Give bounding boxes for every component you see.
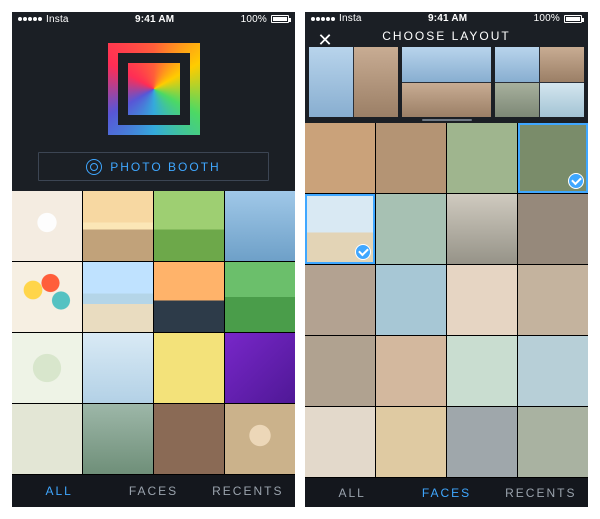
panel-drag-handle[interactable] xyxy=(305,117,588,124)
photo-booth-button[interactable]: PHOTO BOOTH xyxy=(38,152,269,182)
photo-thumbnail[interactable] xyxy=(154,333,224,403)
clock: 9:41 AM xyxy=(428,13,467,24)
carrier-label: Insta xyxy=(46,14,69,25)
photo-thumbnail[interactable] xyxy=(83,191,153,261)
photo-grid[interactable] xyxy=(12,191,295,474)
photo-thumbnail[interactable] xyxy=(305,265,375,335)
selected-check-icon xyxy=(568,173,584,189)
faces-photo-grid[interactable] xyxy=(305,123,588,477)
photo-thumbnail[interactable] xyxy=(376,407,446,477)
photo-thumbnail[interactable] xyxy=(376,336,446,406)
battery-icon xyxy=(271,15,289,23)
photo-thumbnail[interactable] xyxy=(83,404,153,474)
photo-thumbnail[interactable] xyxy=(376,265,446,335)
tab-recents[interactable]: RECENTS xyxy=(201,475,295,507)
photo-thumbnail[interactable] xyxy=(225,191,295,261)
layout-option[interactable] xyxy=(309,47,398,116)
photo-thumbnail[interactable] xyxy=(12,333,82,403)
photo-thumbnail[interactable] xyxy=(447,407,517,477)
photo-thumbnail[interactable] xyxy=(518,336,588,406)
signal-icon xyxy=(311,17,335,21)
photo-thumbnail[interactable] xyxy=(83,333,153,403)
tab-all[interactable]: ALL xyxy=(305,478,399,507)
battery-percent: 100% xyxy=(241,14,267,25)
screenshot-left: Insta 9:41 AM 100% PHOTO BOOTH xyxy=(12,12,295,507)
tab-recents[interactable]: RECENTS xyxy=(494,478,588,507)
photo-thumbnail[interactable] xyxy=(12,404,82,474)
photo-thumbnail[interactable] xyxy=(225,262,295,332)
app-logo-region xyxy=(12,27,295,152)
photo-thumbnail[interactable] xyxy=(154,191,224,261)
layout-option[interactable] xyxy=(402,47,491,116)
photo-thumbnail[interactable] xyxy=(376,123,446,193)
clock: 9:41 AM xyxy=(135,14,174,25)
header-title: CHOOSE LAYOUT xyxy=(382,29,510,43)
photo-thumbnail[interactable] xyxy=(12,191,82,261)
status-bar: Insta 9:41 AM 100% xyxy=(12,12,295,27)
photo-thumbnail[interactable] xyxy=(12,262,82,332)
photo-thumbnail[interactable] xyxy=(154,404,224,474)
camera-shutter-icon xyxy=(86,159,102,175)
battery-icon xyxy=(564,15,582,23)
photo-thumbnail-selected[interactable] xyxy=(305,194,375,264)
bottom-tab-bar: ALL FACES RECENTS xyxy=(12,474,295,507)
layout-app-icon xyxy=(108,43,200,135)
photo-thumbnail[interactable] xyxy=(447,194,517,264)
selected-check-icon xyxy=(355,244,371,260)
photo-thumbnail-selected[interactable] xyxy=(518,123,588,193)
photo-booth-label: PHOTO BOOTH xyxy=(110,160,220,174)
photo-thumbnail[interactable] xyxy=(376,194,446,264)
photo-thumbnail[interactable] xyxy=(225,404,295,474)
photo-thumbnail[interactable] xyxy=(518,194,588,264)
photo-thumbnail[interactable] xyxy=(447,265,517,335)
photo-thumbnail[interactable] xyxy=(225,333,295,403)
layout-options-row[interactable] xyxy=(305,47,588,116)
photo-thumbnail[interactable] xyxy=(447,336,517,406)
choose-layout-header: ✕ CHOOSE LAYOUT xyxy=(305,25,588,47)
bottom-tab-bar: ALL FACES RECENTS xyxy=(305,477,588,507)
signal-icon xyxy=(18,17,42,21)
battery-percent: 100% xyxy=(534,13,560,24)
photo-thumbnail[interactable] xyxy=(518,407,588,477)
photo-thumbnail[interactable] xyxy=(83,262,153,332)
layout-option[interactable] xyxy=(495,47,584,116)
photo-thumbnail[interactable] xyxy=(154,262,224,332)
carrier-label: Insta xyxy=(339,13,362,24)
screenshot-right: Insta 9:41 AM 100% ✕ CHOOSE LAYOUT xyxy=(305,12,588,507)
tab-faces[interactable]: FACES xyxy=(106,475,200,507)
photo-thumbnail[interactable] xyxy=(305,336,375,406)
tab-all[interactable]: ALL xyxy=(12,475,106,507)
photo-thumbnail[interactable] xyxy=(518,265,588,335)
photo-thumbnail[interactable] xyxy=(305,407,375,477)
photo-thumbnail[interactable] xyxy=(305,123,375,193)
tab-faces[interactable]: FACES xyxy=(399,478,493,507)
status-bar: Insta 9:41 AM 100% xyxy=(305,12,588,25)
photo-thumbnail[interactable] xyxy=(447,123,517,193)
